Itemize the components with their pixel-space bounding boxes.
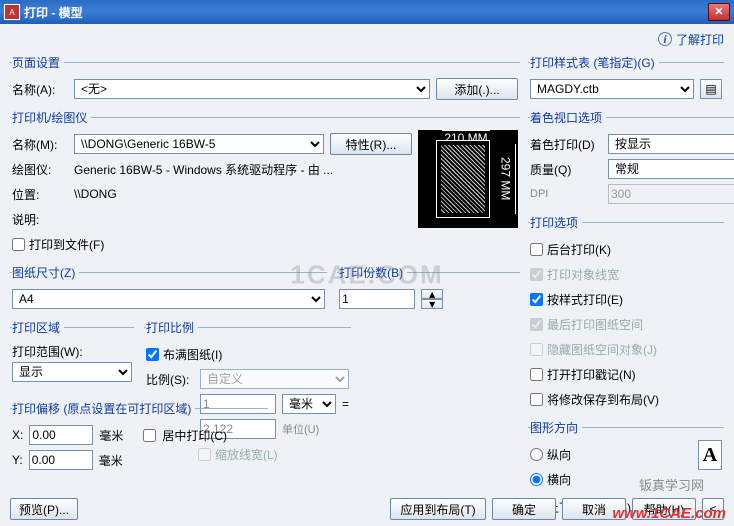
landscape-radio[interactable] [530, 473, 543, 486]
copies-group: 打印份数(B) ▴▾ [337, 264, 520, 315]
option-check-1 [530, 268, 543, 281]
info-icon: i [658, 32, 672, 46]
offset-x-label: X: [12, 428, 23, 442]
page-setup-legend: 页面设置 [12, 54, 64, 71]
help-button[interactable]: 帮助(H) [632, 498, 696, 520]
fit-to-paper-check[interactable] [146, 348, 159, 361]
plot-style-group: 打印样式表 (笔指定)(G) MAGDY.ctb ▤ [528, 54, 724, 105]
collapse-button[interactable]: < [702, 498, 724, 520]
printer-name-select[interactable]: \\DONG\Generic 16BW-5 [74, 134, 324, 154]
offset-x-input[interactable] [29, 425, 93, 445]
pagesetup-name-label: 名称(A): [12, 81, 68, 98]
paper-size-select[interactable]: A4 [12, 289, 325, 309]
dpi-label: DPI [530, 188, 602, 200]
option-check-3 [530, 318, 543, 331]
location-label: 位置: [12, 186, 68, 203]
center-print-check[interactable] [143, 429, 156, 442]
scale-label: 比例(S): [146, 371, 194, 388]
option-check-4 [530, 343, 543, 356]
printer-legend: 打印机/绘图仪 [12, 109, 91, 126]
option-label-3: 最后打印图纸空间 [547, 316, 643, 333]
offset-legend: 打印偏移 (原点设置在可打印区域) [12, 400, 195, 417]
print-range-label: 打印范围(W): [12, 343, 83, 360]
printer-name-label: 名称(M): [12, 136, 68, 153]
plotter-value: Generic 16BW-5 - Windows 系统驱动程序 - 由 ... [74, 161, 333, 178]
fit-to-paper-label: 布满图纸(I) [163, 346, 222, 363]
portrait-label: 纵向 [547, 446, 571, 463]
copies-down[interactable]: ▾ [421, 299, 443, 309]
dpi-input [608, 184, 734, 204]
offset-group: 打印偏移 (原点设置在可打印区域) X: 毫米 居中打印(C) Y: 毫米 [10, 400, 268, 476]
shade-select[interactable]: 按显示 [608, 134, 734, 154]
center-print-label: 居中打印(C) [162, 427, 227, 444]
apply-layout-button[interactable]: 应用到布局(T) [390, 498, 486, 520]
print-options-legend: 打印选项 [530, 214, 582, 231]
option-label-5: 打开打印戳记(N) [547, 366, 636, 383]
scale-unit1[interactable]: 毫米 [282, 394, 336, 414]
equals-icon: = [342, 397, 349, 411]
orientation-legend: 图形方向 [530, 419, 582, 436]
paper-size-legend: 图纸尺寸(Z) [12, 264, 79, 281]
window-title: 打印 - 模型 [24, 4, 708, 21]
paper-size-group: 图纸尺寸(Z) A4 [10, 264, 327, 315]
print-options-group: 打印选项 后台打印(K) 打印对象线宽按样式打印(E) 最后打印图纸空间隐藏图纸空间… [528, 214, 724, 415]
offset-x-unit: 毫米 [99, 427, 123, 444]
desc-label: 说明: [12, 211, 68, 228]
cancel-button[interactable]: 取消 [562, 498, 626, 520]
scale-unit2-label: 单位(U) [282, 421, 319, 437]
portrait-radio[interactable] [530, 448, 543, 461]
option-label-0: 后台打印(K) [547, 241, 611, 258]
learn-print-link[interactable]: 了解打印 [676, 31, 724, 48]
landscape-label: 横向 [547, 471, 571, 488]
app-icon: A [4, 4, 20, 20]
page-setup-group: 页面设置 名称(A): <无> 添加(.)... [10, 54, 520, 105]
scale-legend: 打印比例 [146, 319, 198, 336]
plot-style-edit-button[interactable]: ▤ [700, 79, 722, 99]
printer-props-button[interactable]: 特性(R)... [330, 133, 412, 155]
orientation-icon: A [698, 440, 722, 470]
option-label-1: 打印对象线宽 [547, 266, 619, 283]
offset-y-label: Y: [12, 453, 23, 467]
print-to-file-check[interactable] [12, 238, 25, 251]
quality-select[interactable]: 常规 [608, 159, 734, 179]
option-check-5[interactable] [530, 368, 543, 381]
location-value: \\DONG [74, 187, 117, 201]
offset-y-input[interactable] [29, 450, 93, 470]
offset-y-unit: 毫米 [99, 452, 123, 469]
ok-button[interactable]: 确定 [492, 498, 556, 520]
plotter-label: 绘图仪: [12, 161, 68, 178]
plot-style-legend: 打印样式表 (笔指定)(G) [530, 54, 659, 71]
close-button[interactable]: ✕ [708, 3, 730, 21]
option-check-0[interactable] [530, 243, 543, 256]
printer-group: 打印机/绘图仪 名称(M): \\DONG\Generic 16BW-5 特性(… [10, 109, 520, 260]
option-check-2[interactable] [530, 293, 543, 306]
quality-label: 质量(Q) [530, 161, 602, 178]
option-label-2: 按样式打印(E) [547, 291, 623, 308]
print-to-file-label: 打印到文件(F) [29, 236, 104, 253]
print-area-legend: 打印区域 [12, 319, 64, 336]
scale-select: 自定义 [200, 369, 349, 389]
paper-preview: 210 MM 297 MM [418, 130, 518, 228]
viewport-group: 着色视口选项 着色打印(D) 按显示 质量(Q) 常规 DPI [528, 109, 734, 210]
option-check-6[interactable] [530, 393, 543, 406]
preview-button[interactable]: 预览(P)... [10, 498, 78, 520]
add-pagesetup-button[interactable]: 添加(.)... [436, 78, 518, 100]
option-label-6: 将修改保存到布局(V) [547, 391, 659, 408]
option-label-4: 隐藏图纸空间对象(J) [547, 341, 657, 358]
shade-label: 着色打印(D) [530, 136, 602, 153]
pagesetup-name-select[interactable]: <无> [74, 79, 430, 99]
copies-legend: 打印份数(B) [339, 264, 407, 281]
plot-style-select[interactable]: MAGDY.ctb [530, 79, 694, 99]
viewport-legend: 着色视口选项 [530, 109, 606, 126]
copies-input[interactable] [339, 289, 415, 309]
print-range-select[interactable]: 显示 [12, 362, 132, 382]
